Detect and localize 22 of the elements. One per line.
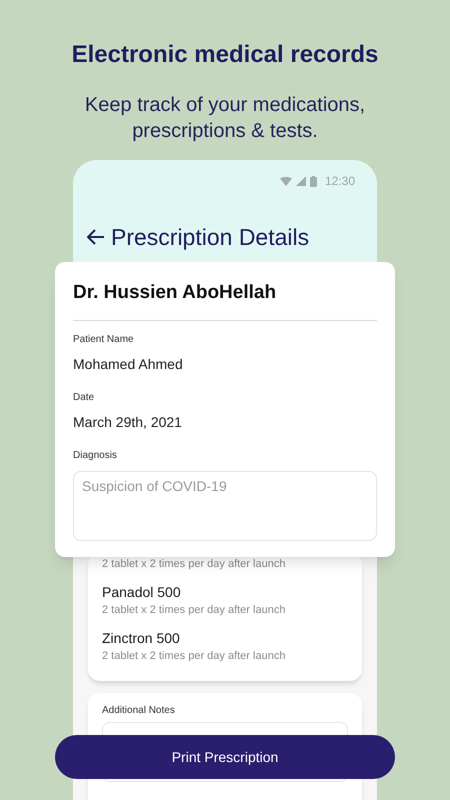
status-time: 12:30: [324, 173, 355, 190]
field-value: March 29th, 2021: [73, 413, 183, 431]
headline: Electronic medical records: [70, 40, 380, 70]
field-value: Mohamed Ahmed: [73, 355, 184, 373]
field-label: Patient Name: [73, 333, 135, 347]
medication-name: Panadol 500: [102, 583, 182, 601]
field-label: Diagnosis: [73, 449, 118, 463]
subtitle: Keep track of your medications, prescriptions & tests.: [84, 93, 366, 144]
print-button[interactable]: Print Prescription: [55, 735, 395, 779]
battery-icon: [310, 176, 317, 186]
wifi-icon: [280, 176, 292, 186]
dosage-text: 2 tablet x 2 times per day after launch: [102, 649, 286, 663]
medication-name: Zinctron 500: [102, 629, 181, 647]
dosage-text: 2 tablet x 2 times per day after launch: [102, 557, 286, 571]
back-arrow-icon[interactable]: [87, 229, 105, 246]
screen-title: Prescription Details: [111, 223, 310, 252]
diagnosis-field[interactable]: Suspicion of COVID-19: [73, 471, 377, 541]
dosage-text: 2 tablet x 2 times per day after launch: [102, 603, 286, 617]
field-label: Date: [73, 391, 96, 405]
field-label: Additional Notes: [102, 704, 176, 718]
doctor-name: Dr. Hussien AboHellah: [73, 281, 278, 305]
signal-icon: [296, 176, 306, 186]
